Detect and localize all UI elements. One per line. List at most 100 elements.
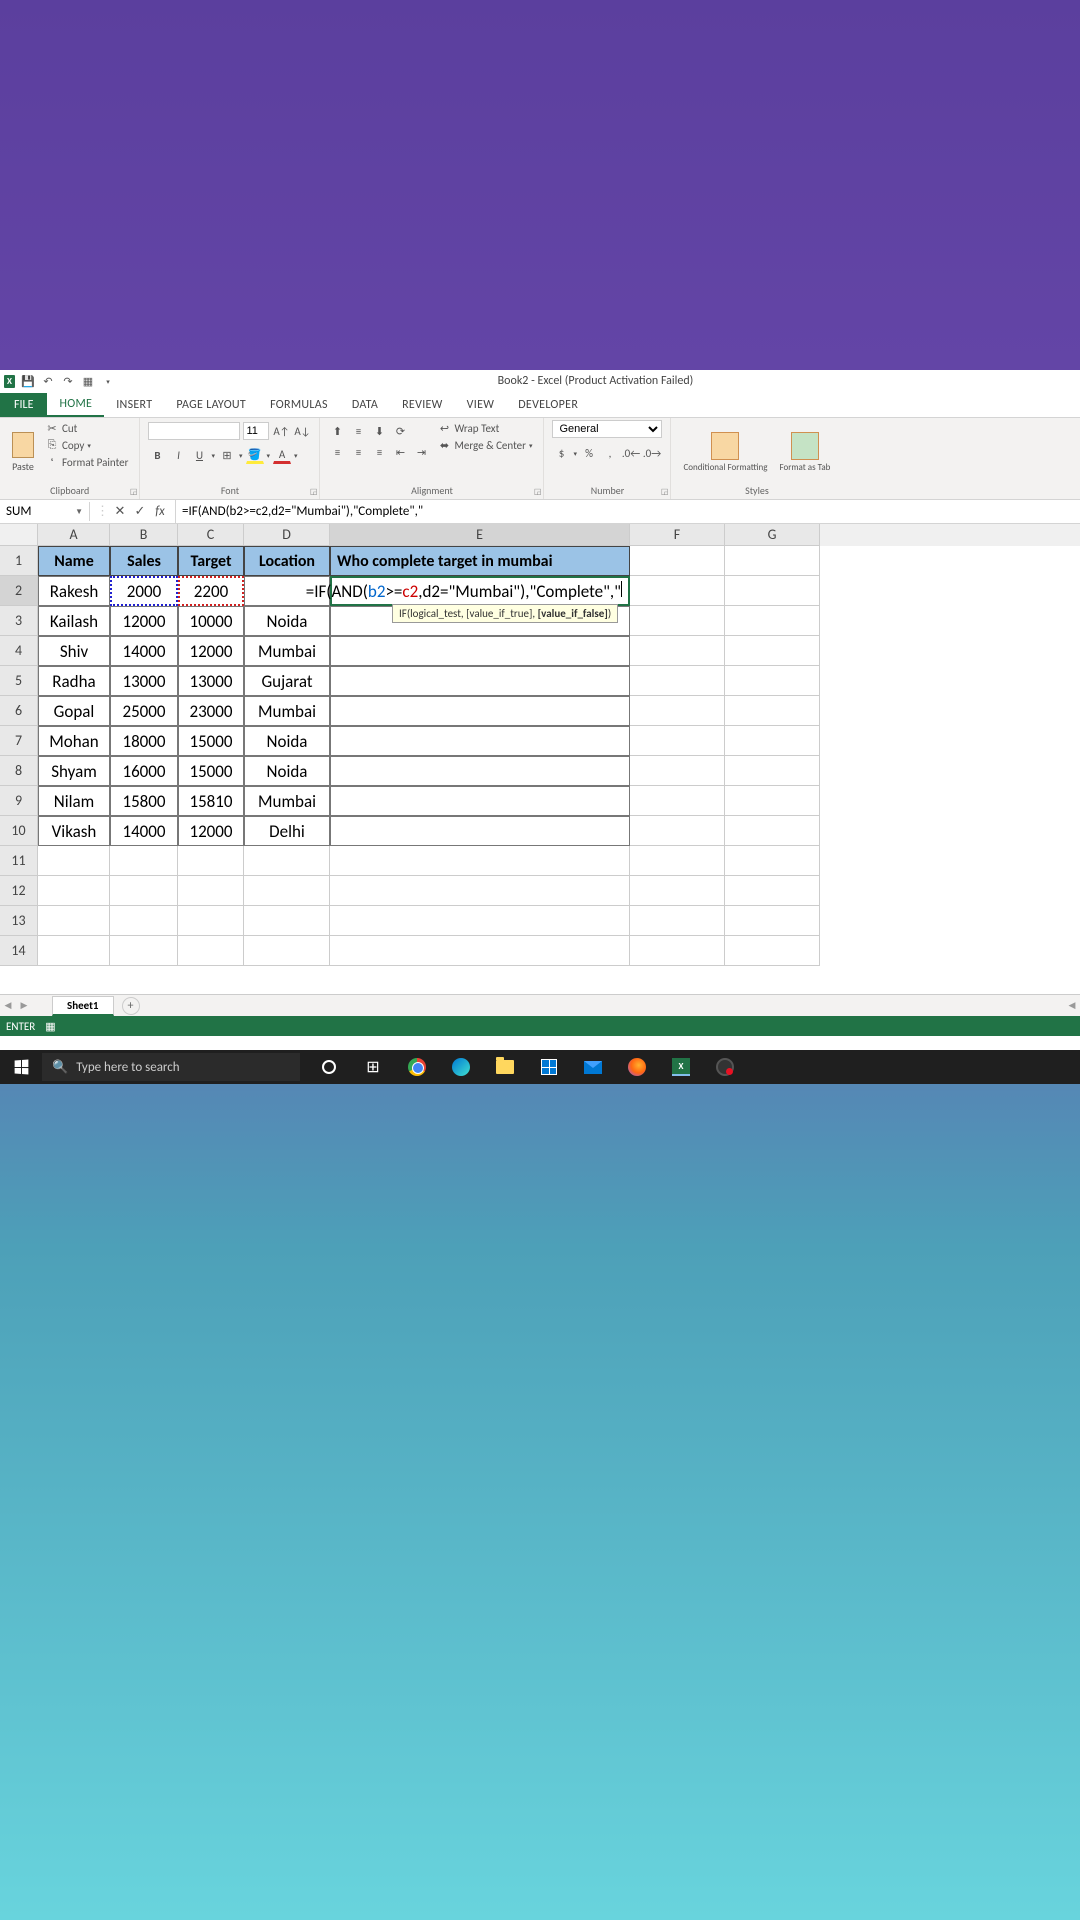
- cell-g4[interactable]: [725, 636, 820, 666]
- row-header-12[interactable]: 12: [0, 876, 38, 906]
- align-ctr-icon[interactable]: ≡: [349, 443, 367, 461]
- decrease-font-icon[interactable]: A↓: [293, 422, 311, 440]
- cell-g10[interactable]: [725, 816, 820, 846]
- file-tab[interactable]: FILE: [0, 393, 47, 417]
- qat-dropdown-icon[interactable]: ▾: [101, 374, 115, 388]
- cell-c8[interactable]: 15000: [178, 756, 244, 786]
- col-header-d[interactable]: D: [244, 524, 330, 546]
- cell-b12[interactable]: [110, 876, 178, 906]
- cell-e7[interactable]: [330, 726, 630, 756]
- col-header-g[interactable]: G: [725, 524, 820, 546]
- cell-a13[interactable]: [38, 906, 110, 936]
- scroll-left-icon[interactable]: ◀: [1064, 1000, 1080, 1011]
- name-box[interactable]: SUM ▼: [0, 502, 90, 521]
- cell-c1[interactable]: Target: [178, 546, 244, 576]
- underline-button[interactable]: U: [190, 446, 208, 464]
- fx-icon[interactable]: fx: [151, 504, 169, 519]
- developer-tab[interactable]: DEVELOPER: [506, 394, 590, 416]
- cell-f9[interactable]: [630, 786, 725, 816]
- align-left-icon[interactable]: ≡: [328, 443, 346, 461]
- cell-e4[interactable]: [330, 636, 630, 666]
- cell-b8[interactable]: 16000: [110, 756, 178, 786]
- orientation-icon[interactable]: ⟳: [391, 422, 409, 440]
- cell-c4[interactable]: 12000: [178, 636, 244, 666]
- start-button[interactable]: [0, 1050, 42, 1084]
- cell-e6[interactable]: [330, 696, 630, 726]
- paste-button[interactable]: Paste: [8, 420, 38, 484]
- cell-c14[interactable]: [178, 936, 244, 966]
- cell-d11[interactable]: [244, 846, 330, 876]
- merge-center-button[interactable]: ⬌Merge & Center▾: [434, 437, 535, 453]
- store-button[interactable]: [530, 1050, 568, 1084]
- cell-g13[interactable]: [725, 906, 820, 936]
- cell-f14[interactable]: [630, 936, 725, 966]
- cell-b10[interactable]: 14000: [110, 816, 178, 846]
- save-icon[interactable]: 💾: [21, 374, 35, 388]
- cell-e2[interactable]: =IF(AND(b2>=c2,d2="Mumbai"),"Complete","…: [330, 576, 630, 606]
- row-header-13[interactable]: 13: [0, 906, 38, 936]
- cell-b4[interactable]: 14000: [110, 636, 178, 666]
- col-header-f[interactable]: F: [630, 524, 725, 546]
- row-header-8[interactable]: 8: [0, 756, 38, 786]
- cell-f4[interactable]: [630, 636, 725, 666]
- row-header-1[interactable]: 1: [0, 546, 38, 576]
- col-header-b[interactable]: B: [110, 524, 178, 546]
- dec-indent-icon[interactable]: ⇤: [391, 443, 409, 461]
- format-table-button[interactable]: Format as Tab: [775, 420, 834, 484]
- excel-taskbar-button[interactable]: X: [662, 1050, 700, 1084]
- cell-g11[interactable]: [725, 846, 820, 876]
- cell-d7[interactable]: Noida: [244, 726, 330, 756]
- cell-c2[interactable]: 2200: [178, 576, 244, 606]
- cut-button[interactable]: ✂Cut: [42, 420, 131, 436]
- cell-g2[interactable]: [725, 576, 820, 606]
- row-header-3[interactable]: 3: [0, 606, 38, 636]
- data-tab[interactable]: DATA: [340, 394, 390, 416]
- conditional-formatting-button[interactable]: Conditional Formatting: [679, 420, 771, 484]
- row-header-7[interactable]: 7: [0, 726, 38, 756]
- add-sheet-button[interactable]: +: [122, 997, 140, 1015]
- col-header-a[interactable]: A: [38, 524, 110, 546]
- cell-c5[interactable]: 13000: [178, 666, 244, 696]
- cell-g14[interactable]: [725, 936, 820, 966]
- cell-a1[interactable]: Name: [38, 546, 110, 576]
- task-view-button[interactable]: ⊞: [354, 1050, 392, 1084]
- clipboard-launcher-icon[interactable]: ◲: [130, 487, 138, 497]
- cell-c3[interactable]: 10000: [178, 606, 244, 636]
- cell-c12[interactable]: [178, 876, 244, 906]
- inc-decimal-icon[interactable]: .0←: [622, 444, 640, 462]
- wrap-text-button[interactable]: ↩Wrap Text: [434, 420, 535, 436]
- align-top-icon[interactable]: ⬆: [328, 422, 346, 440]
- increase-font-icon[interactable]: A↑: [272, 422, 290, 440]
- cell-d12[interactable]: [244, 876, 330, 906]
- cell-c9[interactable]: 15810: [178, 786, 244, 816]
- cell-a10[interactable]: Vikash: [38, 816, 110, 846]
- bold-button[interactable]: B: [148, 446, 166, 464]
- align-rt-icon[interactable]: ≡: [370, 443, 388, 461]
- enter-formula-icon[interactable]: ✓: [131, 504, 149, 519]
- cell-b9[interactable]: 15800: [110, 786, 178, 816]
- cell-d4[interactable]: Mumbai: [244, 636, 330, 666]
- chrome-button[interactable]: [398, 1050, 436, 1084]
- macro-record-icon[interactable]: ▦: [45, 1020, 55, 1033]
- cell-d9[interactable]: Mumbai: [244, 786, 330, 816]
- cell-f5[interactable]: [630, 666, 725, 696]
- cell-e14[interactable]: [330, 936, 630, 966]
- align-bot-icon[interactable]: ⬇: [370, 422, 388, 440]
- cell-g1[interactable]: [725, 546, 820, 576]
- fill-color-button[interactable]: 🪣: [246, 446, 264, 464]
- font-color-button[interactable]: A: [273, 446, 291, 464]
- cell-b1[interactable]: Sales: [110, 546, 178, 576]
- cell-f1[interactable]: [630, 546, 725, 576]
- cell-b3[interactable]: 12000: [110, 606, 178, 636]
- percent-icon[interactable]: %: [580, 444, 598, 462]
- cell-c10[interactable]: 12000: [178, 816, 244, 846]
- cell-b2[interactable]: 2000: [110, 576, 178, 606]
- pagelayout-tab[interactable]: PAGE LAYOUT: [164, 394, 258, 416]
- cell-d5[interactable]: Gujarat: [244, 666, 330, 696]
- cell-a11[interactable]: [38, 846, 110, 876]
- cell-f12[interactable]: [630, 876, 725, 906]
- cell-g5[interactable]: [725, 666, 820, 696]
- cell-d1[interactable]: Location: [244, 546, 330, 576]
- cell-e11[interactable]: [330, 846, 630, 876]
- cell-a3[interactable]: Kailash: [38, 606, 110, 636]
